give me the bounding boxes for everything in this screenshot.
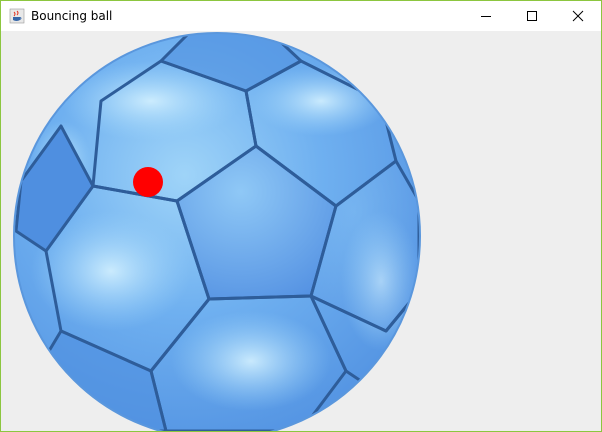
close-icon (572, 10, 584, 22)
window-title: Bouncing ball (31, 9, 113, 23)
java-cup-icon (9, 8, 25, 24)
title-bar[interactable]: Bouncing ball (1, 1, 601, 31)
maximize-button[interactable] (509, 1, 555, 31)
red-dot (133, 167, 163, 197)
app-window: Bouncing ball (0, 0, 602, 432)
canvas-area (1, 31, 601, 431)
close-button[interactable] (555, 1, 601, 31)
maximize-icon (527, 11, 537, 21)
soccer-ball-icon (13, 32, 421, 431)
minimize-button[interactable] (463, 1, 509, 31)
minimize-icon (481, 16, 491, 17)
